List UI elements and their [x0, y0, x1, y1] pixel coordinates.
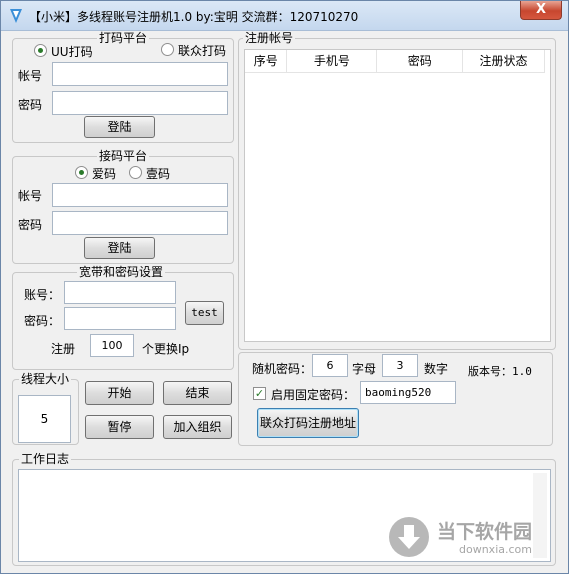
close-button[interactable]: X [520, 1, 562, 20]
version-label: 版本号：1.0 [468, 365, 532, 378]
captcha-platform-legend: 打码平台 [99, 31, 148, 45]
yima-label: 壹码 [146, 167, 171, 181]
uu-captcha-radio[interactable] [34, 44, 47, 57]
uu-captcha-label: UU打码 [51, 45, 93, 59]
sms-platform-legend: 接码平台 [99, 149, 148, 163]
broadband-password-label: 密码： [24, 314, 61, 328]
sms-account-label: 帐号 [18, 189, 43, 203]
thread-legend: 线程大小 [21, 372, 70, 386]
yima-radio[interactable] [129, 166, 142, 179]
window-title: 【小米】多线程账号注册机1.0 by:宝明 交流群：120710270 [29, 10, 359, 24]
lianzhong-captcha-radio[interactable] [161, 43, 174, 56]
broadband-account-input[interactable] [64, 281, 176, 304]
ip-change-count-input[interactable]: 100 [90, 334, 134, 357]
captcha-account-input[interactable] [52, 62, 228, 86]
pause-button[interactable]: 暂停 [85, 415, 154, 439]
fixed-password-checkbox[interactable]: ✓ [253, 387, 266, 400]
thread-count-input[interactable]: 5 [18, 395, 71, 443]
change-ip-suffix-label: 个更换Ip [142, 342, 190, 356]
accounts-table[interactable]: 序号 手机号 密码 注册状态 [244, 49, 551, 342]
column-header-password[interactable]: 密码 [376, 50, 464, 73]
letters-label: 字母 [352, 362, 377, 376]
captcha-password-label: 密码 [18, 98, 43, 112]
letters-count-input[interactable]: 6 [312, 354, 348, 377]
lianzhong-captcha-label: 联众打码 [178, 44, 227, 58]
download-logo-icon [389, 517, 429, 557]
site-watermark: 当下软件园 downxia.com [387, 515, 557, 561]
digits-label: 数字 [424, 362, 449, 376]
captcha-account-label: 帐号 [18, 69, 43, 83]
join-group-button[interactable]: 加入组织 [163, 415, 232, 439]
aima-radio[interactable] [75, 166, 88, 179]
column-header-phone[interactable]: 手机号 [286, 50, 378, 73]
end-button[interactable]: 结束 [163, 381, 232, 405]
main-window: 【小米】多线程账号注册机1.0 by:宝明 交流群：120710270 X 打码… [0, 0, 569, 574]
lianzhong-register-link-button[interactable]: 联众打码注册地址 [257, 408, 359, 438]
app-icon [10, 9, 22, 23]
digits-count-input[interactable]: 3 [382, 354, 418, 377]
aima-label: 爱码 [92, 167, 117, 181]
sms-login-button[interactable]: 登陆 [84, 237, 155, 259]
title-bar: 【小米】多线程账号注册机1.0 by:宝明 交流群：120710270 X [1, 1, 568, 31]
random-password-label: 随机密码： [252, 362, 313, 376]
sms-account-input[interactable] [52, 183, 228, 207]
captcha-login-button[interactable]: 登陆 [84, 116, 155, 138]
sms-password-input[interactable] [52, 211, 228, 235]
register-label: 注册 [51, 342, 76, 356]
sms-password-label: 密码 [18, 218, 43, 232]
fixed-password-label: 启用固定密码： [271, 388, 356, 402]
column-header-index[interactable]: 序号 [245, 50, 288, 73]
broadband-account-label: 账号： [24, 288, 61, 302]
accounts-legend: 注册帐号 [245, 31, 294, 45]
broadband-password-input[interactable] [64, 307, 176, 330]
fixed-password-input[interactable]: baoming520 [360, 381, 456, 404]
watermark-text: 当下软件园 [437, 521, 533, 543]
test-button[interactable]: test [185, 301, 224, 325]
work-log-legend: 工作日志 [21, 452, 70, 466]
start-button[interactable]: 开始 [85, 381, 154, 405]
captcha-password-input[interactable] [52, 91, 228, 115]
column-header-status[interactable]: 注册状态 [462, 50, 545, 73]
watermark-url: downxia.com [459, 543, 532, 556]
broadband-legend: 宽带和密码设置 [79, 265, 164, 279]
